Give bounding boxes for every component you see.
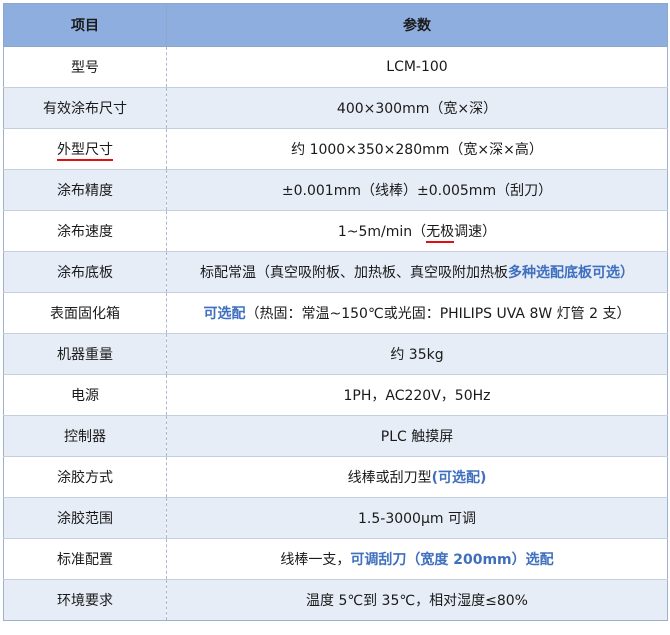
row-label: 涂布速度 bbox=[3, 210, 167, 252]
table-row: 外型尺寸 约 1000×350×280mm（宽×深×高） bbox=[3, 128, 668, 170]
row-value-highlight: 可调刮刀（宽度 200mm）选配 bbox=[350, 552, 554, 568]
row-value-cell: 标配常温（真空吸附板、加热板、真空吸附加热板多种选配底板可选） bbox=[166, 251, 668, 293]
row-value-cell: 可选配（热固：常温~150℃或光固：PHILIPS UVA 8W 灯管 2 支） bbox=[166, 292, 668, 334]
row-value: ±0.001mm（线棒）±0.005mm（刮刀） bbox=[166, 169, 668, 211]
row-value: LCM-100 bbox=[166, 46, 668, 88]
spec-table-container: 项目 参数 型号 LCM-100 有效涂布尺寸 400×300mm（宽×深） 外… bbox=[0, 0, 670, 635]
table-row: 表面固化箱 可选配（热固：常温~150℃或光固：PHILIPS UVA 8W 灯… bbox=[3, 292, 668, 334]
row-value: 1.5-3000μm 可调 bbox=[166, 497, 668, 539]
table-row: 环境要求 温度 5℃到 35℃，相对湿度≤80% bbox=[3, 579, 668, 621]
row-value-cell: 1~5m/min（无极调速） bbox=[166, 210, 668, 252]
row-value-highlight: (可选配) bbox=[431, 470, 487, 486]
row-value-cell: 线棒或刮刀型(可选配) bbox=[166, 456, 668, 498]
table-row: 涂胶方式 线棒或刮刀型(可选配) bbox=[3, 456, 668, 498]
row-label: 控制器 bbox=[3, 415, 167, 457]
row-label: 外型尺寸 bbox=[57, 142, 113, 161]
row-label: 涂胶方式 bbox=[3, 456, 167, 498]
table-row: 标准配置 线棒一支，可调刮刀（宽度 200mm）选配 bbox=[3, 538, 668, 580]
row-label: 表面固化箱 bbox=[3, 292, 167, 334]
row-value-pre: 线棒一支， bbox=[280, 552, 351, 568]
row-value-pre: 线棒或刮刀型 bbox=[347, 470, 432, 486]
row-label: 涂布精度 bbox=[3, 169, 167, 211]
header-param: 参数 bbox=[166, 3, 668, 47]
row-label-cell: 外型尺寸 bbox=[3, 128, 167, 170]
table-row: 型号 LCM-100 bbox=[3, 46, 668, 88]
row-value: 温度 5℃到 35℃，相对湿度≤80% bbox=[166, 579, 668, 621]
header-item: 项目 bbox=[3, 3, 167, 47]
row-label: 涂布底板 bbox=[3, 251, 167, 293]
table-row: 有效涂布尺寸 400×300mm（宽×深） bbox=[3, 87, 668, 129]
row-label: 环境要求 bbox=[3, 579, 167, 621]
row-value: 400×300mm（宽×深） bbox=[166, 87, 668, 129]
table-row: 涂布精度 ±0.001mm（线棒）±0.005mm（刮刀） bbox=[3, 169, 668, 211]
row-label: 有效涂布尺寸 bbox=[3, 87, 167, 129]
table-row: 涂胶范围 1.5-3000μm 可调 bbox=[3, 497, 668, 539]
table-row: 控制器 PLC 触摸屏 bbox=[3, 415, 668, 457]
row-value: 约 1000×350×280mm（宽×深×高） bbox=[166, 128, 668, 170]
row-label: 涂胶范围 bbox=[3, 497, 167, 539]
row-value-post: （热固：常温~150℃或光固：PHILIPS UVA 8W 灯管 2 支） bbox=[245, 306, 631, 322]
row-value: 约 35kg bbox=[166, 333, 668, 375]
row-value: 1PH，AC220V，50Hz bbox=[166, 374, 668, 416]
table-row: 机器重量 约 35kg bbox=[3, 333, 668, 375]
row-label: 型号 bbox=[3, 46, 167, 88]
row-value-pre: 1~5m/min（ bbox=[337, 224, 427, 240]
row-label: 电源 bbox=[3, 374, 167, 416]
row-value-highlight: 多种选配底板可选） bbox=[508, 265, 634, 281]
row-value-underlined: 无极 bbox=[426, 224, 455, 243]
row-value: PLC 触摸屏 bbox=[166, 415, 668, 457]
row-label: 机器重量 bbox=[3, 333, 167, 375]
row-label: 标准配置 bbox=[3, 538, 167, 580]
row-value-cell: 线棒一支，可调刮刀（宽度 200mm）选配 bbox=[166, 538, 668, 580]
table-row: 涂布底板 标配常温（真空吸附板、加热板、真空吸附加热板多种选配底板可选） bbox=[3, 251, 668, 293]
table-header-row: 项目 参数 bbox=[3, 3, 668, 47]
table-row: 电源 1PH，AC220V，50Hz bbox=[3, 374, 668, 416]
row-value-highlight: 可选配 bbox=[203, 306, 246, 322]
row-value-pre: 标配常温（真空吸附板、加热板、真空吸附加热板 bbox=[200, 265, 508, 281]
row-value-post: 调速） bbox=[454, 224, 497, 240]
table-row: 涂布速度 1~5m/min（无极调速） bbox=[3, 210, 668, 252]
spec-table: 项目 参数 型号 LCM-100 有效涂布尺寸 400×300mm（宽×深） 外… bbox=[3, 3, 668, 621]
